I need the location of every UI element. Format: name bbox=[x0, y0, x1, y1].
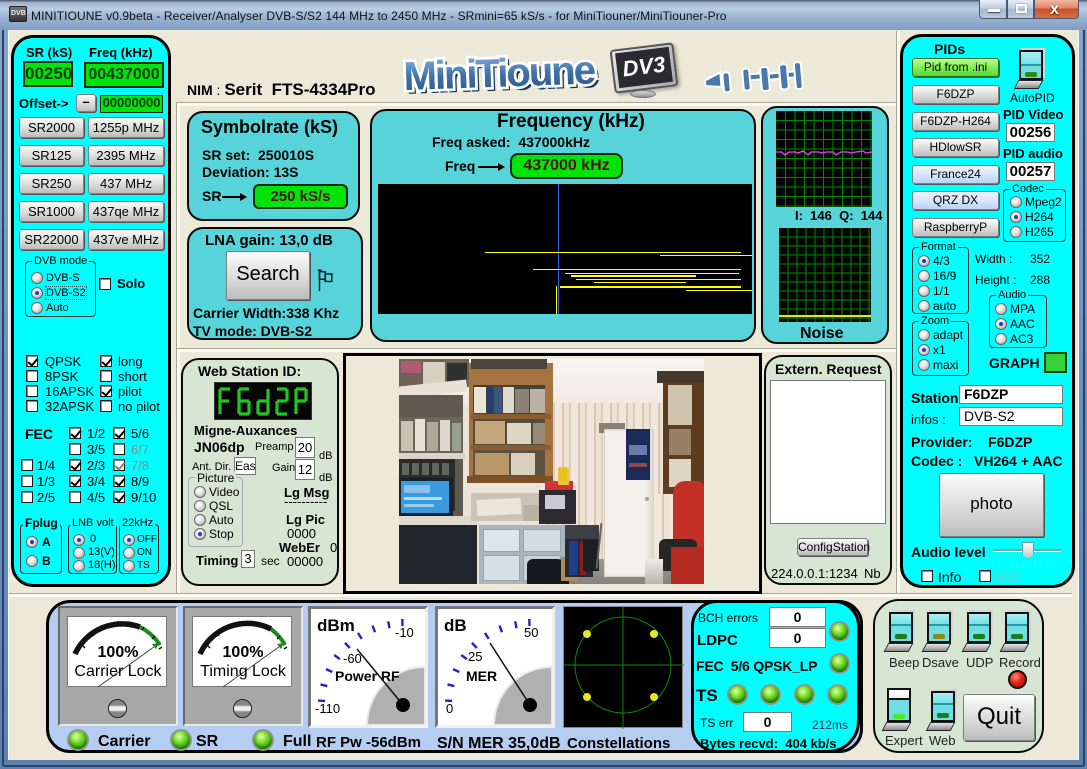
svg-text:25: 25 bbox=[468, 649, 482, 664]
svg-text:dBm: dBm bbox=[317, 616, 355, 635]
svg-text:dB: dB bbox=[444, 616, 467, 635]
svg-text:Carrier Lock: Carrier Lock bbox=[74, 663, 162, 680]
svg-text:-60: -60 bbox=[343, 651, 362, 666]
svg-text:-10: -10 bbox=[395, 625, 414, 640]
svg-text:0: 0 bbox=[446, 701, 453, 716]
svg-text:-110: -110 bbox=[315, 701, 340, 716]
svg-text:MiniTioune: MiniTioune bbox=[403, 48, 596, 99]
svg-text:Timing Lock: Timing Lock bbox=[200, 663, 287, 680]
svg-text:MER: MER bbox=[466, 668, 497, 684]
svg-text:100%: 100% bbox=[98, 644, 139, 661]
svg-text:50: 50 bbox=[524, 625, 538, 640]
svg-text:100%: 100% bbox=[223, 644, 264, 661]
svg-text:Power RF: Power RF bbox=[335, 668, 400, 684]
